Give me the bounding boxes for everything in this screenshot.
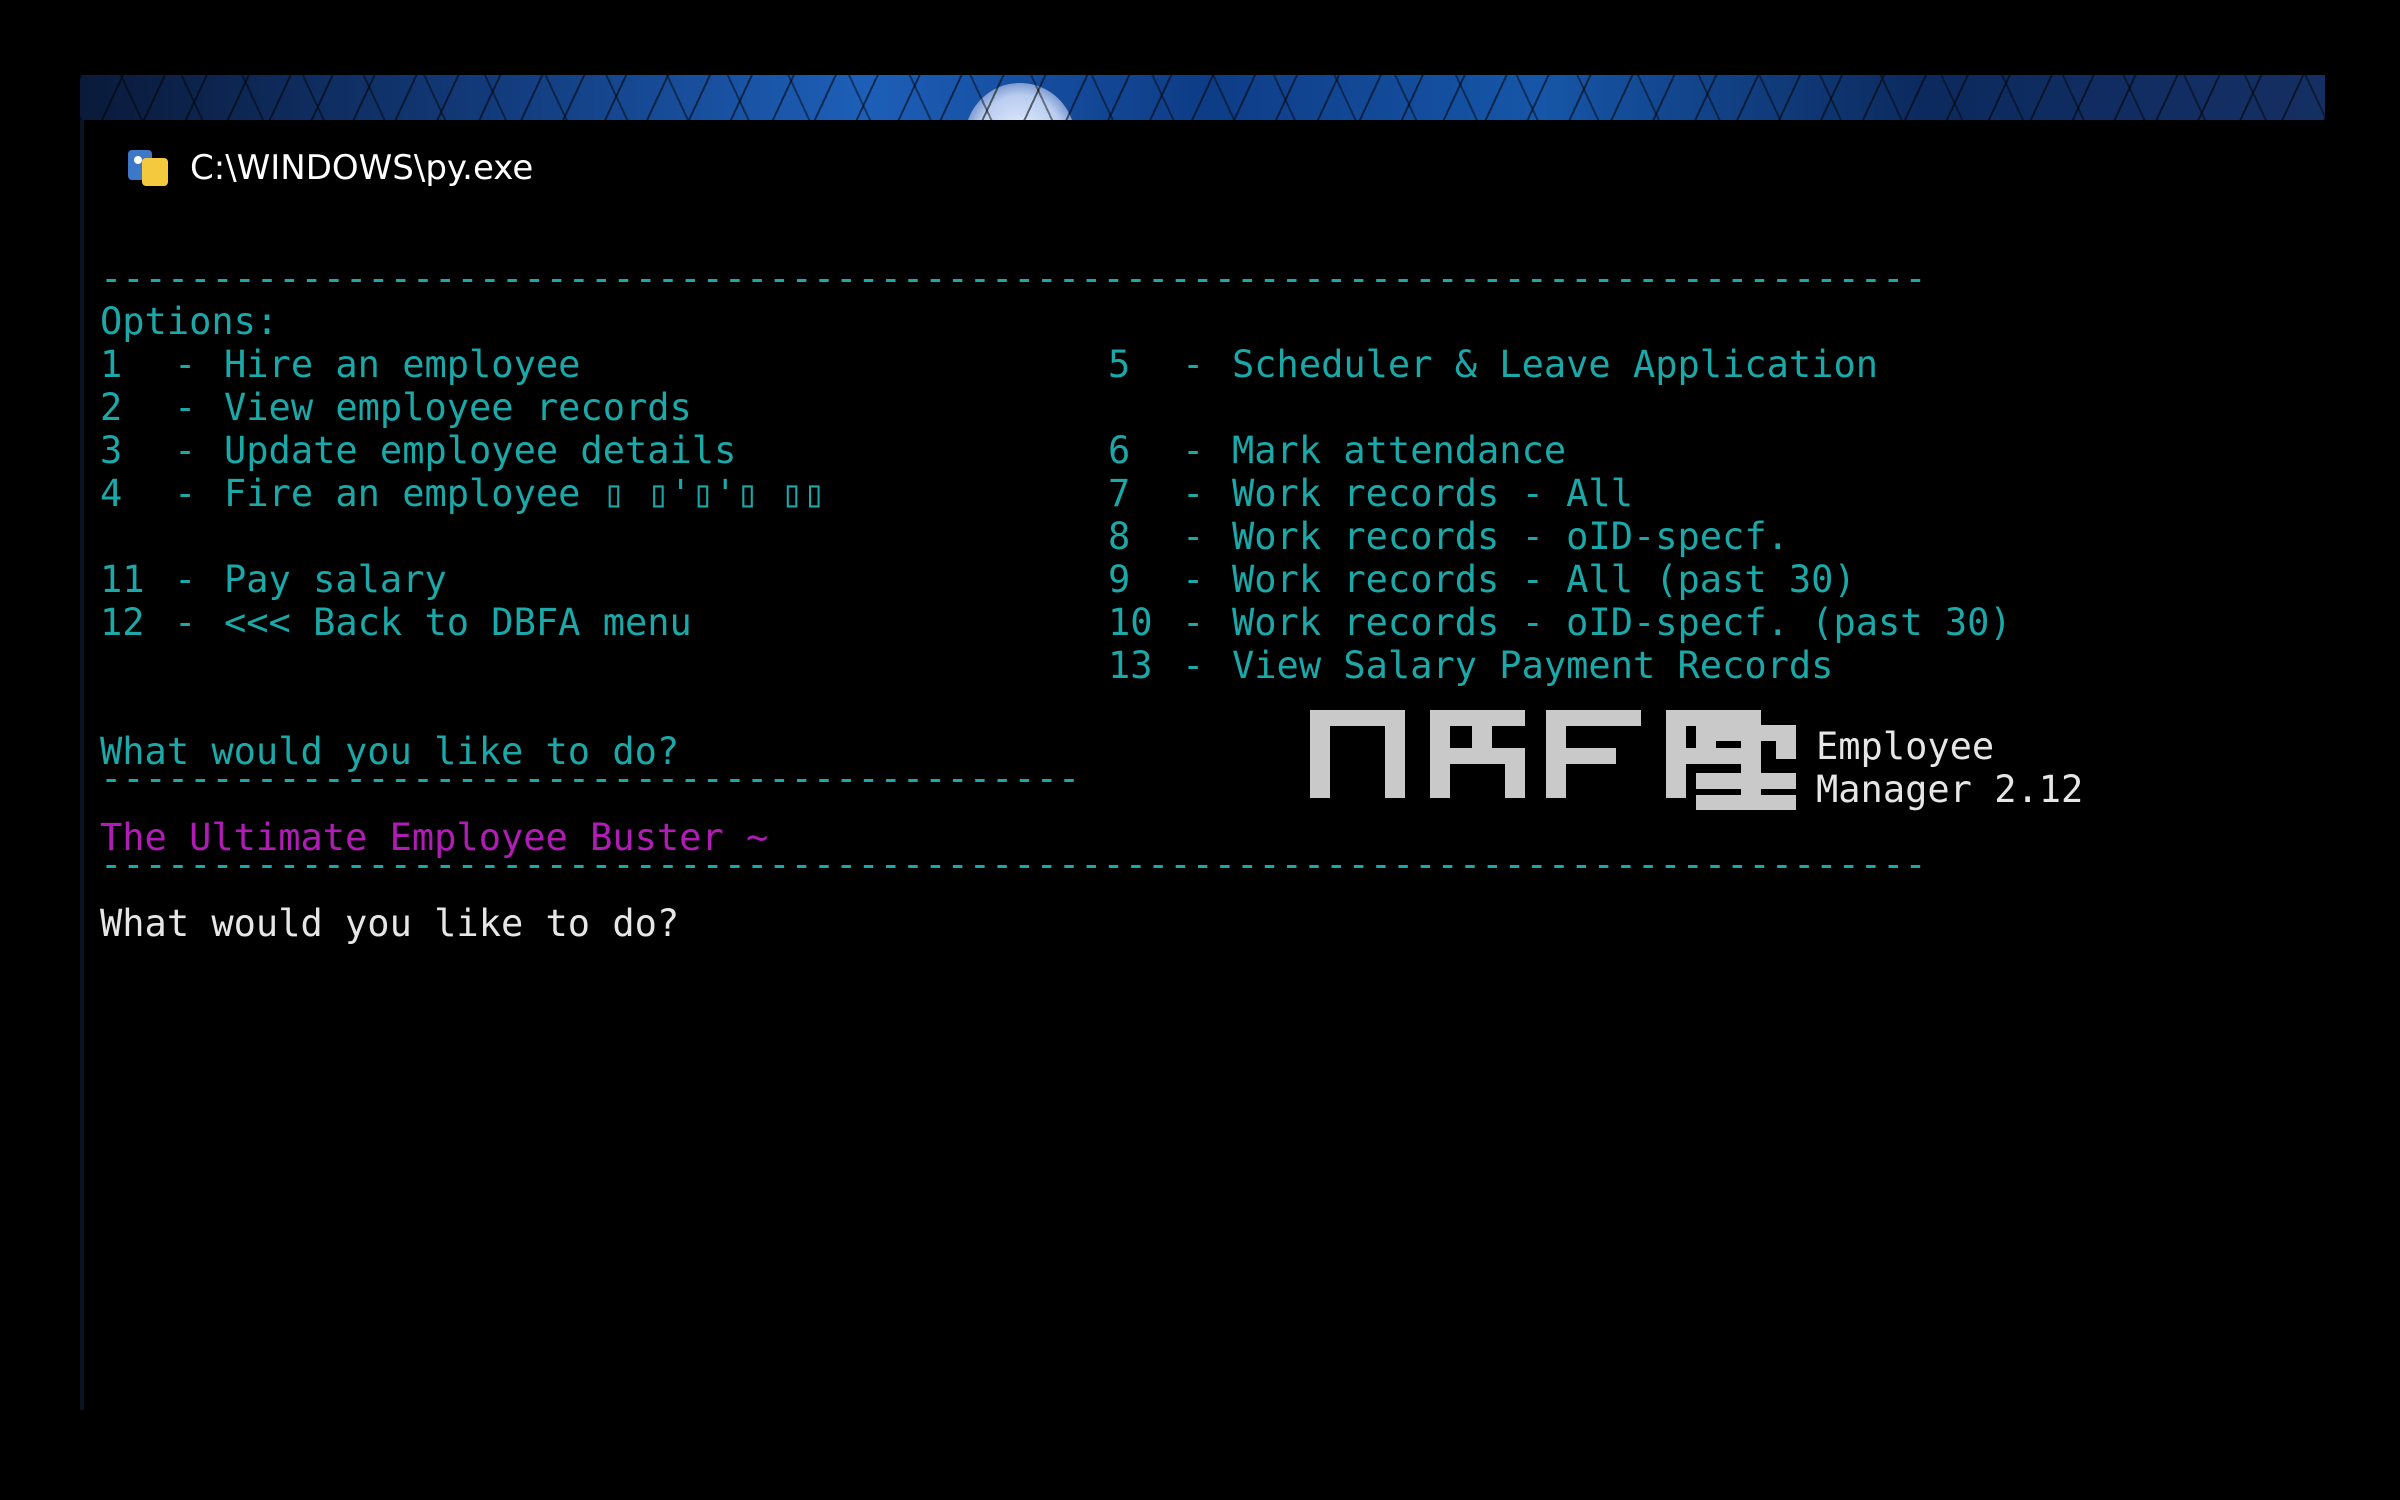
option-label: View Salary Payment Records [1232, 644, 1834, 687]
menu-option-8: 8- Work records - oID-specf. [1108, 515, 1789, 558]
option-number: 7 [1108, 472, 1131, 515]
option-label: Scheduler & Leave Application [1232, 343, 1879, 386]
option-label: Work records - All (past 30) [1232, 558, 1856, 601]
caption-line-1: Employee [1816, 725, 1995, 768]
input-prompt[interactable]: What would you like to do? [100, 902, 679, 945]
menu-option-2: 2- View employee records [100, 386, 692, 429]
window-title: C:\WINDOWS\py.exe [190, 147, 534, 188]
option-number: 3 [100, 429, 123, 472]
option-number: 8 [1108, 515, 1131, 558]
option-number: 1 [100, 343, 123, 386]
menu-option-12: 12- <<< Back to DBFA menu [100, 601, 692, 644]
option-number: 13 [1108, 644, 1153, 687]
logo-bar-graphic [1696, 725, 1796, 810]
menu-option-13: 13- View Salary Payment Records [1108, 644, 1834, 687]
option-number: 6 [1108, 429, 1131, 472]
menu-option-5: 5- Scheduler & Leave Application [1108, 343, 1879, 386]
menu-option-4: 4- Fire an employee ▯ ▯'▯'▯ ▯▯ [100, 472, 826, 515]
menu-option-6: 6- Mark attendance [1108, 429, 1567, 472]
option-number: 11 [100, 558, 145, 601]
desktop-wallpaper [80, 75, 2325, 120]
dbfa-logo-bar [1696, 725, 1796, 810]
menu-option-11: 11- Pay salary [100, 558, 447, 601]
menu-option-1: 1- Hire an employee [100, 343, 581, 386]
option-label: Work records - oID-specf. [1232, 515, 1789, 558]
menu-option-3: 3- Update employee details [100, 429, 737, 472]
option-number: 12 [100, 601, 145, 644]
option-label: Work records - All [1232, 472, 1633, 515]
short-divider: ----------------------------------------… [100, 757, 1081, 800]
option-label: Work records - oID-specf. (past 30) [1232, 601, 2012, 644]
option-number: 10 [1108, 601, 1153, 644]
options-heading: Options: [100, 300, 279, 343]
console-window[interactable]: C:\WINDOWS\py.exe ----------------------… [80, 120, 2329, 1410]
python-launcher-icon [126, 146, 170, 190]
option-number: 4 [100, 472, 123, 515]
option-label: Fire an employee ▯ ▯'▯'▯ ▯▯ [224, 472, 826, 515]
menu-option-9: 9- Work records - All (past 30) [1108, 558, 1856, 601]
option-label: <<< Back to DBFA menu [224, 601, 692, 644]
menu-option-7: 7- Work records - All [1108, 472, 1633, 515]
option-number: 9 [1108, 558, 1131, 601]
option-label: Hire an employee [224, 343, 581, 386]
title-bar[interactable]: C:\WINDOWS\py.exe [84, 120, 2329, 215]
caption-line-2: Manager 2.12 [1816, 768, 2084, 811]
option-label: Update employee details [224, 429, 737, 472]
menu-option-10: 10- Work records - oID-specf. (past 30) [1108, 601, 2012, 644]
top-divider: ----------------------------------------… [100, 257, 1927, 300]
option-label: Pay salary [224, 558, 447, 601]
option-label: View employee records [224, 386, 692, 429]
option-number: 2 [100, 386, 123, 429]
bottom-divider: ----------------------------------------… [100, 843, 1927, 886]
option-number: 5 [1108, 343, 1131, 386]
tree-branches-image [80, 75, 2325, 120]
option-label: Mark attendance [1232, 429, 1567, 472]
